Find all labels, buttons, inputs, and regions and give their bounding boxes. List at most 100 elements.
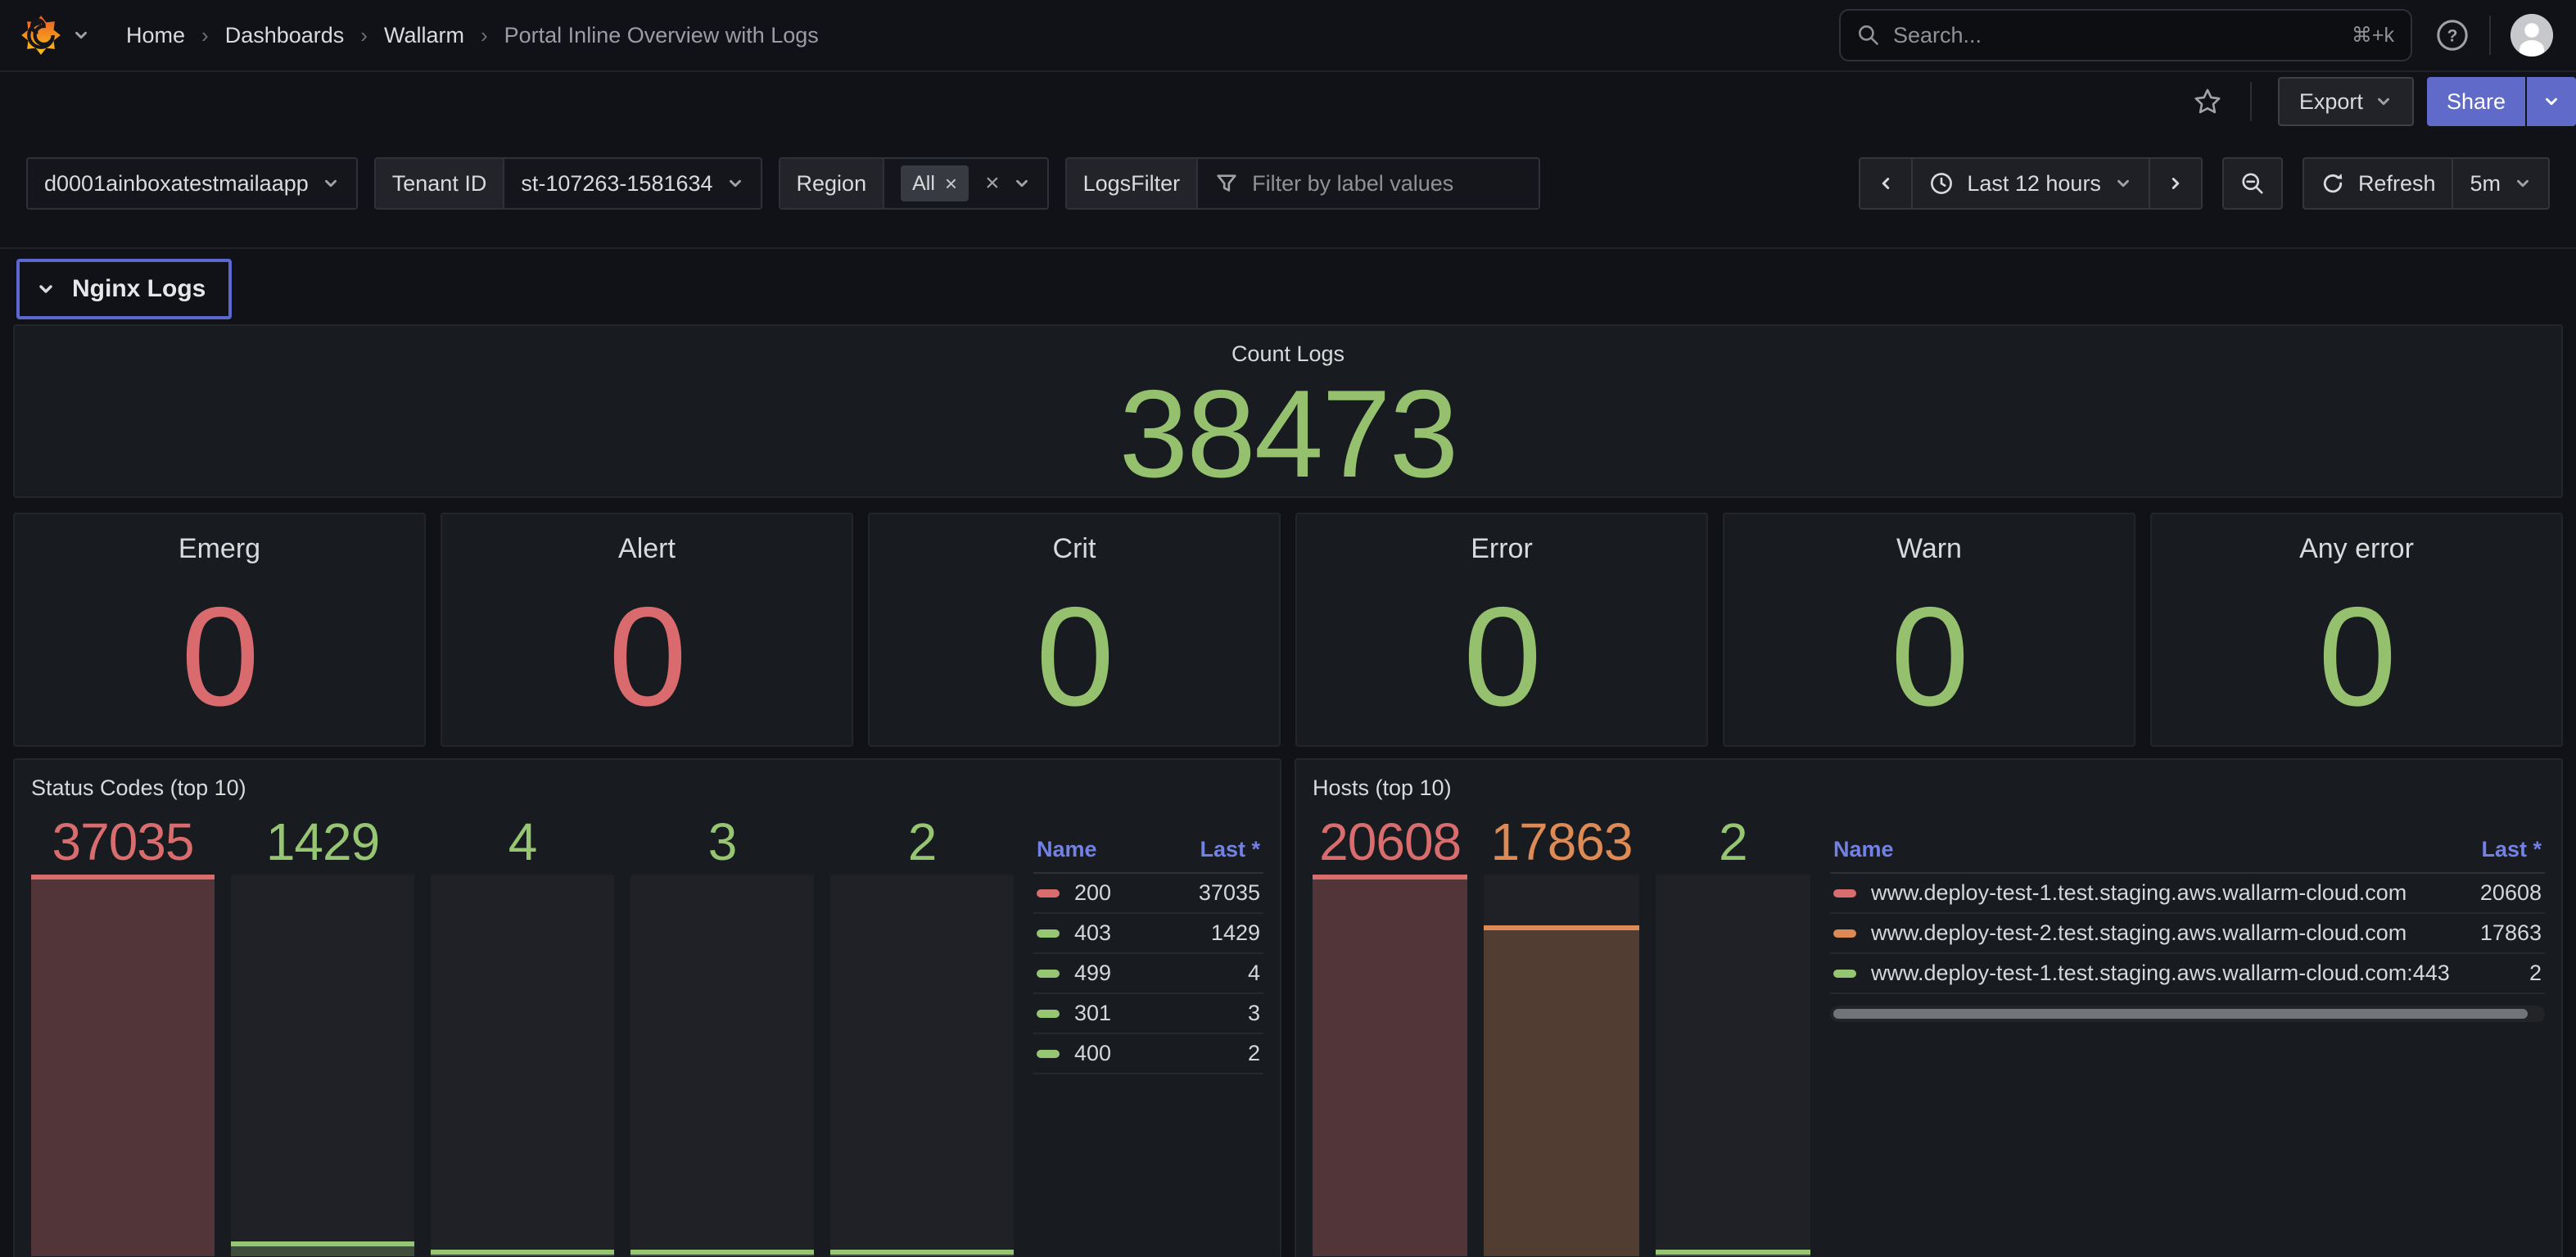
legend-sort-name[interactable]: Name — [1037, 837, 1097, 862]
user-avatar[interactable] — [2510, 14, 2553, 57]
series-name: 400 — [1074, 1041, 1233, 1066]
stat-panel-value: 0 — [455, 586, 838, 727]
search-input[interactable] — [1893, 23, 2339, 48]
breadcrumb-current-page: Portal Inline Overview with Logs — [504, 23, 819, 48]
panel-title[interactable]: Status Codes (top 10) — [31, 773, 1263, 803]
time-forward-button[interactable] — [2150, 157, 2203, 210]
search-box[interactable]: ⌘+k — [1839, 9, 2412, 61]
bar-column: 37035 — [31, 812, 215, 1256]
panel-count-logs: Count Logs 38473 — [13, 324, 2563, 498]
stat-panel-title[interactable]: Crit — [883, 534, 1266, 563]
bar-track — [1484, 875, 1638, 1256]
refresh-interval-dropdown[interactable]: 5m — [2453, 157, 2550, 210]
filter-funnel-icon — [1214, 171, 1239, 196]
svg-text:?: ? — [2447, 27, 2458, 46]
actions-divider — [2250, 82, 2252, 121]
refresh-button[interactable]: Refresh — [2303, 157, 2454, 210]
breadcrumb-separator: › — [481, 23, 488, 48]
legend-row[interactable]: www.deploy-test-2.test.staging.aws.walla… — [1830, 914, 2545, 954]
logsfilter-input[interactable] — [1252, 171, 1522, 197]
breadcrumb-home[interactable]: Home — [126, 23, 185, 48]
panel-status-codes: Status Codes (top 10) 370351429432NameLa… — [13, 758, 1281, 1257]
bar-fill — [231, 1241, 414, 1256]
share-button[interactable]: Share — [2427, 77, 2525, 126]
legend-row[interactable]: 3013 — [1033, 994, 1263, 1034]
breadcrumb-wallarm[interactable]: Wallarm — [384, 23, 464, 48]
series-last-value: 2 — [2529, 961, 2542, 986]
bar-column: 1429 — [231, 812, 414, 1256]
legend-scrollbar-thumb[interactable] — [1833, 1009, 2528, 1019]
chevron-down-icon — [36, 279, 56, 299]
chevron-down-icon — [1013, 174, 1031, 192]
legend-row[interactable]: www.deploy-test-1.test.staging.aws.walla… — [1830, 874, 2545, 914]
refresh-icon — [2321, 171, 2345, 196]
row-nginx-logs-toggle[interactable]: Nginx Logs — [16, 259, 232, 319]
bar-column: 3 — [630, 812, 814, 1256]
region-label: Region — [780, 159, 885, 208]
stat-panel-title[interactable]: Warn — [1738, 534, 2121, 563]
stat-panel-title[interactable]: Alert — [455, 534, 838, 563]
help-button[interactable]: ? — [2435, 18, 2470, 52]
bar-value-label: 37035 — [31, 812, 215, 875]
legend-row[interactable]: www.deploy-test-1.test.staging.aws.walla… — [1830, 954, 2545, 994]
bar-track — [630, 875, 814, 1256]
stat-panel-value: 0 — [1738, 586, 2121, 727]
bar-value-label: 2 — [1656, 812, 1810, 875]
chevron-down-icon — [72, 26, 90, 44]
stat-panel-title[interactable]: Emerg — [28, 534, 411, 563]
region-dropdown[interactable]: All × × — [884, 159, 1047, 208]
export-button[interactable]: Export — [2278, 77, 2414, 126]
series-name: 200 — [1074, 880, 1184, 906]
chevron-down-icon — [2542, 93, 2560, 111]
panel-hosts: Hosts (top 10) 20608 17863 2 Name Last * www.… — [1295, 758, 2563, 1257]
star-dashboard-button[interactable] — [2191, 85, 2224, 118]
dashboard-submenu: d0001ainboxatestmailaapp Tenant ID st-10… — [0, 131, 2576, 247]
breadcrumb-dashboards[interactable]: Dashboards — [225, 23, 345, 48]
legend-row[interactable]: 200 37035 — [1033, 874, 1263, 914]
series-color-pill — [1037, 929, 1060, 938]
bar-fill — [431, 1250, 614, 1256]
series-color-pill — [1833, 889, 1856, 898]
stat-panel-title[interactable]: Any error — [2165, 534, 2548, 563]
stat-panel-title[interactable]: Error — [1310, 534, 1693, 563]
row-title: Nginx Logs — [72, 275, 206, 303]
series-last-value: 17863 — [2480, 920, 2542, 946]
series-last-value: 3 — [1248, 1001, 1260, 1026]
stat-panel-crit: Crit 0 — [868, 513, 1281, 747]
time-controls: Last 12 hours Refresh — [1859, 157, 2550, 210]
bar-track — [431, 875, 614, 1256]
bar-column: 4 — [431, 812, 614, 1256]
series-last-value: 37035 — [1199, 880, 1260, 906]
legend-row[interactable]: 4994 — [1033, 954, 1263, 994]
stat-panel-value: 0 — [1310, 586, 1693, 727]
app-variable-dropdown[interactable]: d0001ainboxatestmailaapp — [28, 159, 356, 208]
legend-sort-last[interactable]: Last * — [2481, 837, 2542, 862]
series-color-pill — [1833, 929, 1856, 938]
stat-panel-value: 0 — [883, 586, 1266, 727]
bar-value-label: 20608 — [1313, 812, 1467, 875]
status-codes-chart: 370351429432NameLast *200370354031429499… — [31, 812, 1263, 1256]
tenant-id-label: Tenant ID — [376, 159, 505, 208]
clear-region-icon[interactable]: × — [985, 170, 1000, 197]
time-range-picker-button[interactable]: Last 12 hours — [1913, 157, 2150, 210]
stat-panel-error: Error 0 — [1295, 513, 1708, 747]
legend-row[interactable]: 4031429 — [1033, 914, 1263, 954]
clock-icon — [1929, 171, 1954, 196]
hosts-chart: 20608 17863 2 Name Last * www.deploy-test-1.t… — [1313, 812, 2545, 1256]
remove-region-value-icon[interactable]: × — [945, 171, 957, 197]
panel-title[interactable]: Hosts (top 10) — [1313, 773, 2545, 803]
zoom-out-time-button[interactable] — [2222, 157, 2283, 210]
breadcrumb-separator: › — [201, 23, 209, 48]
tenant-id-dropdown[interactable]: st-107263-1581634 — [504, 159, 760, 208]
bar-track — [1656, 875, 1810, 1256]
grafana-logo-button[interactable] — [20, 14, 90, 57]
count-logs-value: 38473 — [28, 372, 2548, 496]
time-back-button[interactable] — [1859, 157, 1913, 210]
top-nav: Home › Dashboards › Wallarm › Portal Inl… — [0, 0, 2576, 72]
bar-track — [1313, 875, 1467, 1256]
legend-sort-last[interactable]: Last * — [1200, 837, 1260, 862]
bar-value-label: 3 — [630, 812, 814, 875]
legend-sort-name[interactable]: Name — [1833, 837, 1894, 862]
share-menu-button[interactable] — [2527, 77, 2576, 126]
legend-row[interactable]: 4002 — [1033, 1034, 1263, 1074]
